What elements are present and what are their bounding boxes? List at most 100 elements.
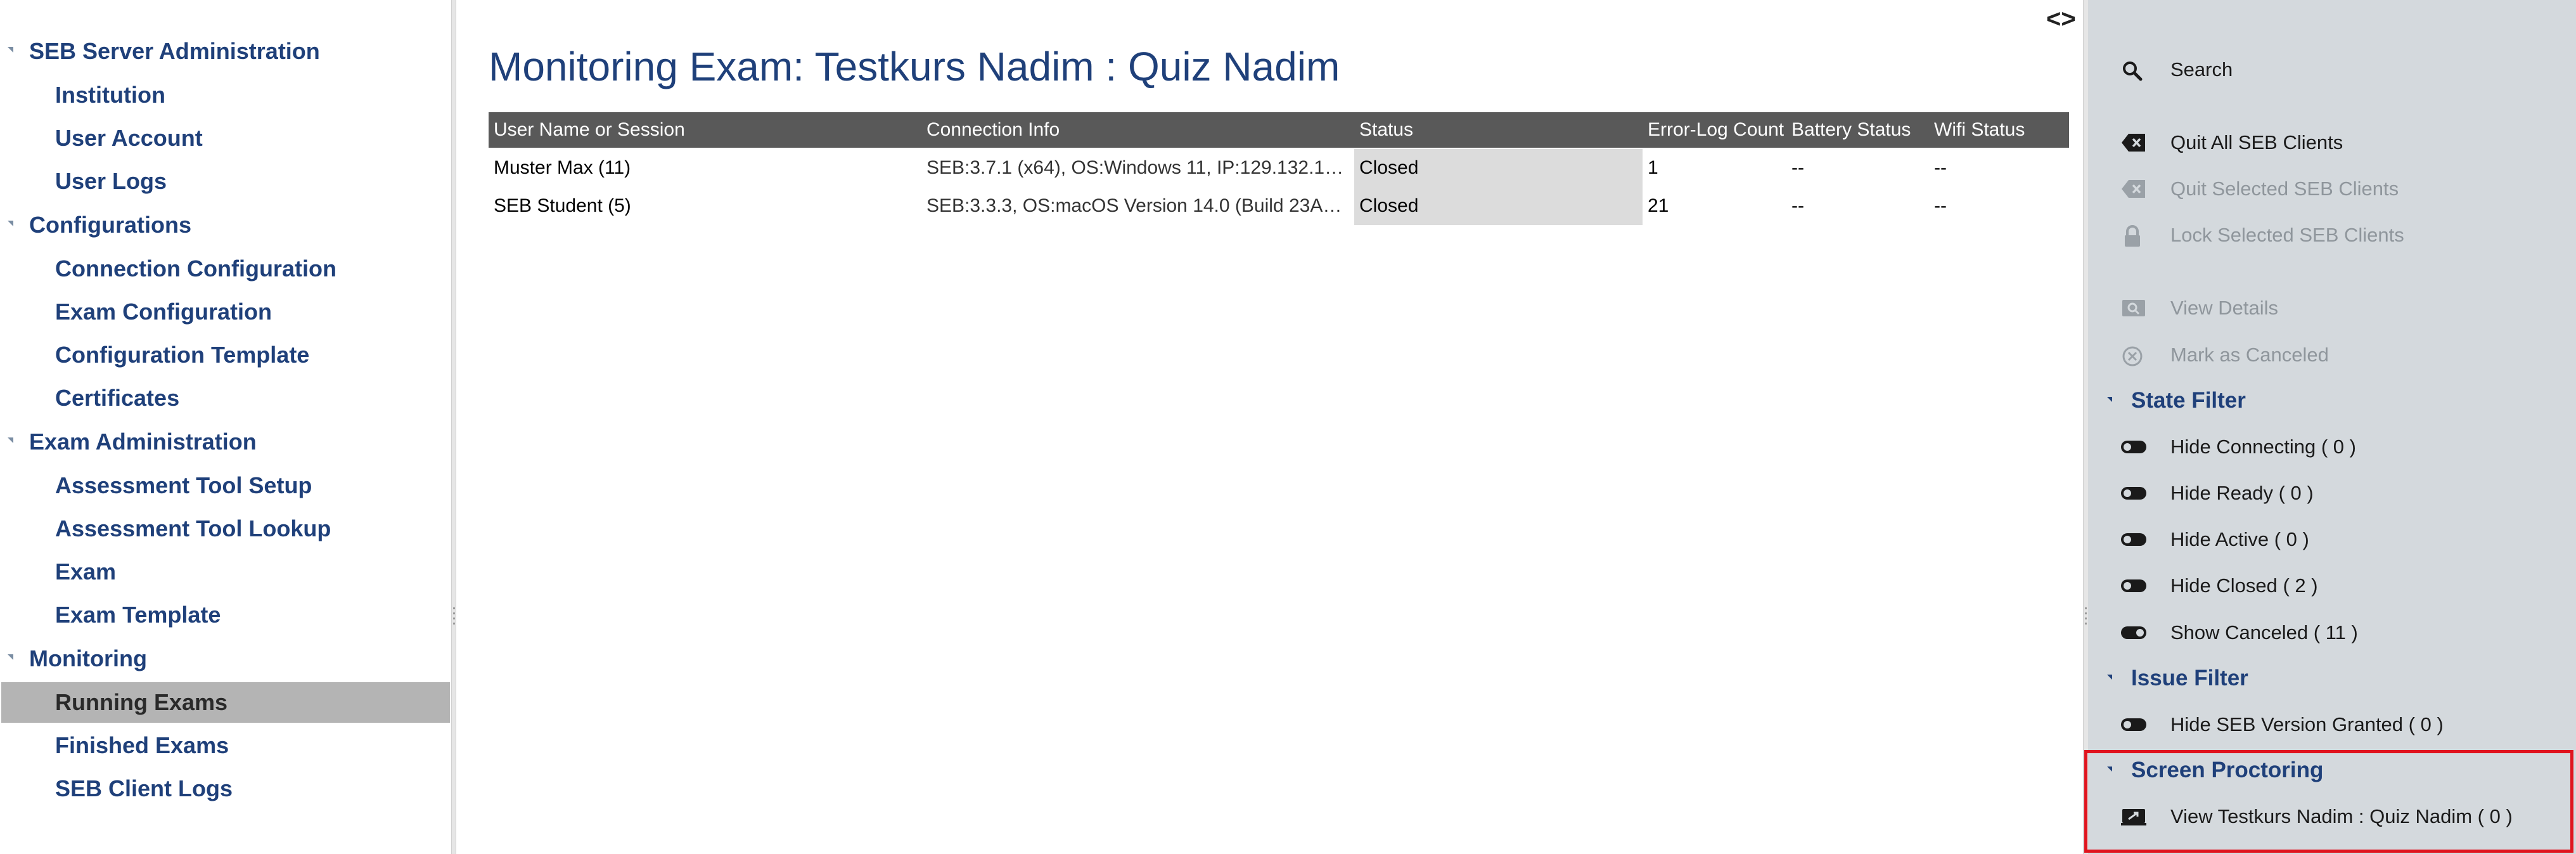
column-header-error-log-count[interactable]: Error-Log Count (1643, 112, 1786, 148)
toggle-off-icon[interactable] (2121, 487, 2146, 500)
hide-seb-version-granted-toggle[interactable]: Hide SEB Version Granted ( 0 ) (2088, 704, 2576, 745)
nav-item-label: Exam Template (55, 602, 221, 628)
collapse-triangle-icon[interactable] (8, 47, 13, 53)
column-header-connection-info[interactable]: Connection Info (921, 112, 1354, 148)
cell-wifi-status: -- (1934, 157, 1947, 178)
nav-item-assessment-tool-setup[interactable]: Assessment Tool Setup (0, 465, 451, 506)
collapse-triangle-icon[interactable] (2107, 767, 2112, 772)
cell-connection-info: SEB:3.3.3, OS:macOS Version 14.0 (Build … (926, 195, 1342, 216)
nav-item-label: Exam Configuration (55, 299, 272, 325)
nav-group-monitoring[interactable]: Monitoring (0, 639, 451, 678)
nav-group-seb-server-administration[interactable]: SEB Server Administration (0, 32, 451, 71)
sash-grip-dot (2085, 618, 2087, 619)
action-panel: Search Quit All SEB Clients Quit Selecte… (2088, 0, 2576, 854)
column-header-user-name[interactable]: User Name or Session (489, 112, 921, 148)
view-details-icon (2121, 298, 2145, 318)
column-header-wifi-status[interactable]: Wifi Status (1929, 112, 2069, 148)
nav-item-label: User Account (55, 125, 203, 151)
nav-item-user-account[interactable]: User Account (0, 118, 451, 159)
issue-filter-section[interactable]: Issue Filter (2088, 659, 2576, 698)
column-header-status[interactable]: Status (1354, 112, 1643, 148)
sash-grip-dot (453, 618, 455, 619)
hide-connecting-toggle[interactable]: Hide Connecting ( 0 ) (2088, 427, 2576, 467)
nav-item-certificates[interactable]: Certificates (0, 378, 451, 418)
toggle-off-icon[interactable] (2121, 718, 2146, 731)
hide-ready-toggle[interactable]: Hide Ready ( 0 ) (2088, 473, 2576, 514)
nav-item-label: Running Exams (55, 689, 228, 715)
table-header: User Name or Session Connection Info Sta… (489, 112, 2069, 148)
nav-item-user-logs[interactable]: User Logs (0, 161, 451, 202)
nav-item-finished-exams[interactable]: Finished Exams (0, 725, 451, 766)
cancel-icon (2121, 345, 2144, 366)
screen-proctoring-icon (2121, 806, 2146, 827)
nav-item-label: Institution (55, 82, 165, 108)
section-title: Issue Filter (2131, 666, 2248, 690)
search-label: Search (2170, 58, 2233, 81)
action-label: Mark as Canceled (2170, 344, 2329, 366)
quit-icon (2121, 179, 2145, 199)
toggle-off-icon[interactable] (2121, 533, 2146, 546)
action-label: Quit All SEB Clients (2170, 131, 2343, 153)
nav-group-label: Exam Administration (29, 429, 257, 455)
nav-group-label: SEB Server Administration (29, 38, 320, 64)
show-canceled-toggle[interactable]: Show Canceled ( 11 ) (2088, 612, 2576, 653)
lock-selected-clients-button[interactable]: Lock Selected SEB Clients (2088, 215, 2576, 256)
sash-grip-dot (2085, 607, 2087, 609)
collapse-triangle-icon[interactable] (8, 654, 13, 660)
nav-item-running-exams[interactable]: Running Exams (1, 682, 450, 723)
toggle-on-icon[interactable] (2121, 626, 2146, 639)
collapse-triangle-icon[interactable] (8, 221, 13, 226)
quit-icon (2121, 133, 2145, 153)
quit-all-clients-button[interactable]: Quit All SEB Clients (2088, 122, 2576, 163)
nav-item-seb-client-logs[interactable]: SEB Client Logs (0, 768, 451, 809)
action-label: View Testkurs Nadim : Quiz Nadim ( 0 ) (2170, 805, 2513, 827)
column-header-battery-status[interactable]: Battery Status (1786, 112, 1929, 148)
search-action[interactable]: Search (2088, 49, 2576, 90)
cell-user-name: SEB Student (5) (494, 195, 631, 216)
nav-item-label: Finished Exams (55, 732, 229, 758)
right-resize-sash[interactable] (2083, 0, 2088, 854)
filter-label: Hide SEB Version Granted ( 0 ) (2170, 713, 2444, 735)
toggle-off-icon[interactable] (2121, 441, 2146, 453)
toggle-off-icon[interactable] (2121, 579, 2146, 592)
nav-item-exam-template[interactable]: Exam Template (0, 595, 451, 635)
lock-icon (2121, 225, 2144, 247)
cell-battery-status: -- (1791, 157, 1804, 178)
cell-error-log-count: 1 (1648, 157, 1658, 178)
collapse-triangle-icon[interactable] (2107, 397, 2112, 402)
nav-item-exam[interactable]: Exam (0, 552, 451, 592)
state-filter-section[interactable]: State Filter (2088, 381, 2576, 420)
hide-closed-toggle[interactable]: Hide Closed ( 2 ) (2088, 566, 2576, 606)
page-title: Monitoring Exam: Testkurs Nadim : Quiz N… (489, 44, 1340, 89)
nav-group-label: Configurations (29, 212, 191, 238)
nav-item-assessment-tool-lookup[interactable]: Assessment Tool Lookup (0, 508, 451, 549)
nav-item-configuration-template[interactable]: Configuration Template (0, 335, 451, 375)
sash-grip-dot (2085, 612, 2087, 614)
view-details-button[interactable]: View Details (2088, 288, 2576, 328)
cell-connection-info: SEB:3.7.1 (x64), OS:Windows 11, IP:129.1… (926, 157, 1344, 178)
nav-item-label: Exam (55, 559, 117, 585)
section-title: State Filter (2131, 388, 2246, 413)
mark-as-canceled-button[interactable]: Mark as Canceled (2088, 335, 2576, 375)
hide-active-toggle[interactable]: Hide Active ( 0 ) (2088, 519, 2576, 560)
view-screen-proctoring-button[interactable]: View Testkurs Nadim : Quiz Nadim ( 0 ) (2088, 796, 2576, 837)
filter-label: Hide Active ( 0 ) (2170, 528, 2309, 550)
cell-status: Closed (1354, 187, 1643, 225)
nav-item-connection-configuration[interactable]: Connection Configuration (0, 249, 451, 289)
nav-group-exam-administration[interactable]: Exam Administration (0, 422, 451, 462)
nav-item-label: Assessment Tool Lookup (55, 515, 331, 541)
sash-grip-dot (2085, 623, 2087, 624)
table-row[interactable]: SEB Student (5) SEB:3.3.3, OS:macOS Vers… (489, 187, 2069, 225)
nav-item-institution[interactable]: Institution (0, 75, 451, 115)
quit-selected-clients-button[interactable]: Quit Selected SEB Clients (2088, 169, 2576, 209)
filter-label: Show Canceled ( 11 ) (2170, 621, 2358, 644)
collapse-triangle-icon[interactable] (2107, 675, 2112, 680)
nav-item-label: User Logs (55, 168, 167, 194)
panel-toggle-arrows-icon[interactable]: <> (2046, 5, 2076, 34)
nav-group-configurations[interactable]: Configurations (0, 205, 451, 245)
nav-item-exam-configuration[interactable]: Exam Configuration (0, 292, 451, 332)
left-resize-sash[interactable] (451, 0, 456, 854)
collapse-triangle-icon[interactable] (8, 437, 13, 443)
table-row[interactable]: Muster Max (11) SEB:3.7.1 (x64), OS:Wind… (489, 149, 2069, 187)
screen-proctoring-section[interactable]: Screen Proctoring (2088, 751, 2576, 790)
